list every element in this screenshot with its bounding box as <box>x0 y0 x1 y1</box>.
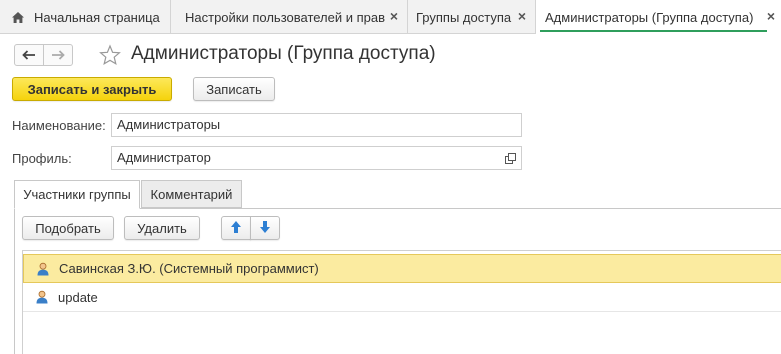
tab-access-groups[interactable]: Группы доступа × <box>408 0 536 34</box>
profile-label: Профиль: <box>12 151 72 166</box>
tab-group-members[interactable]: Участники группы <box>14 180 140 209</box>
home-icon <box>8 7 28 27</box>
arrow-up-icon <box>230 220 242 237</box>
user-icon <box>35 261 51 277</box>
arrow-down-icon <box>259 220 271 237</box>
member-name: Савинская З.Ю. (Системный программист) <box>59 261 319 276</box>
forward-button[interactable] <box>43 44 73 66</box>
tab-access-groups-label: Группы доступа <box>416 9 512 25</box>
tab-administrators[interactable]: Администраторы (Группа доступа) × <box>536 0 781 35</box>
user-icon <box>34 289 50 305</box>
open-icon[interactable] <box>500 148 520 168</box>
member-name: update <box>58 289 98 305</box>
tab-user-settings-label: Настройки пользователей и прав <box>185 9 386 25</box>
close-icon[interactable]: × <box>515 9 529 23</box>
name-label: Наименование: <box>12 118 106 133</box>
profile-field[interactable]: Администратор <box>111 146 522 170</box>
save-and-close-button[interactable]: Записать и закрыть <box>12 77 172 101</box>
arrow-right-icon <box>51 48 65 63</box>
save-button[interactable]: Записать <box>193 77 275 101</box>
tab-administrators-label: Администраторы (Группа доступа) <box>545 10 754 25</box>
tab-home-label: Начальная страница <box>34 9 160 25</box>
list-item[interactable]: Савинская З.Ю. (Системный программист) <box>23 254 781 283</box>
delete-button[interactable]: Удалить <box>124 216 200 240</box>
tab-comment[interactable]: Комментарий <box>141 180 242 208</box>
tab-home[interactable]: Начальная страница <box>0 0 171 34</box>
star-icon[interactable] <box>97 42 123 68</box>
pick-button[interactable]: Подобрать <box>22 216 114 240</box>
members-list: Савинская З.Ю. (Системный программист) u… <box>22 250 781 354</box>
back-button[interactable] <box>14 44 44 66</box>
tab-bar: Начальная страница Настройки пользовател… <box>0 0 781 35</box>
arrow-left-icon <box>22 48 36 63</box>
list-item[interactable]: update <box>23 283 781 312</box>
move-up-button[interactable] <box>221 216 251 240</box>
close-icon[interactable]: × <box>764 9 778 23</box>
close-icon[interactable]: × <box>387 9 401 23</box>
name-field[interactable]: Администраторы <box>111 113 522 137</box>
move-down-button[interactable] <box>250 216 280 240</box>
tab-user-settings[interactable]: Настройки пользователей и прав × <box>172 0 408 34</box>
active-tab-indicator <box>540 30 767 32</box>
page-title: Администраторы (Группа доступа) <box>131 43 436 64</box>
